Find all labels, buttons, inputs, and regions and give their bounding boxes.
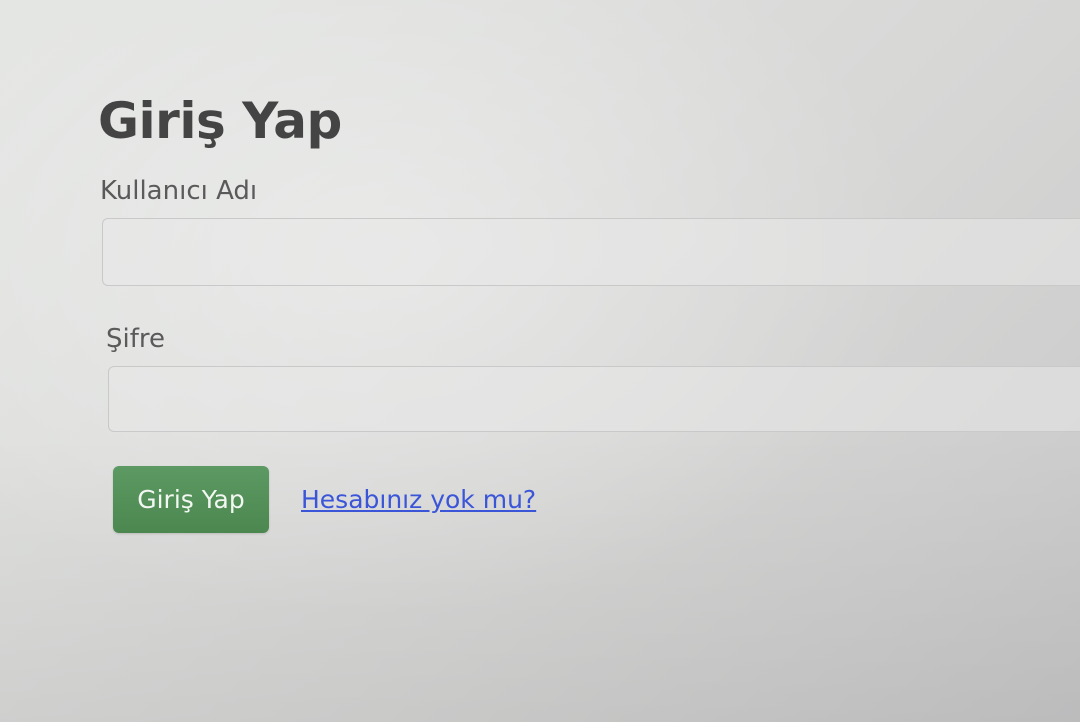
form-actions: Giriş Yap Hesabınız yok mu? [113,466,1080,533]
username-input[interactable] [102,218,1080,286]
login-form: Giriş Yap Kullanıcı Adı Şifre Giriş Yap … [98,88,1080,533]
password-label: Şifre [106,324,165,354]
page-title: Giriş Yap [98,92,342,150]
password-input[interactable] [108,366,1080,432]
login-button[interactable]: Giriş Yap [113,466,269,533]
username-label: Kullanıcı Adı [100,176,258,206]
register-link[interactable]: Hesabınız yok mu? [301,485,536,514]
